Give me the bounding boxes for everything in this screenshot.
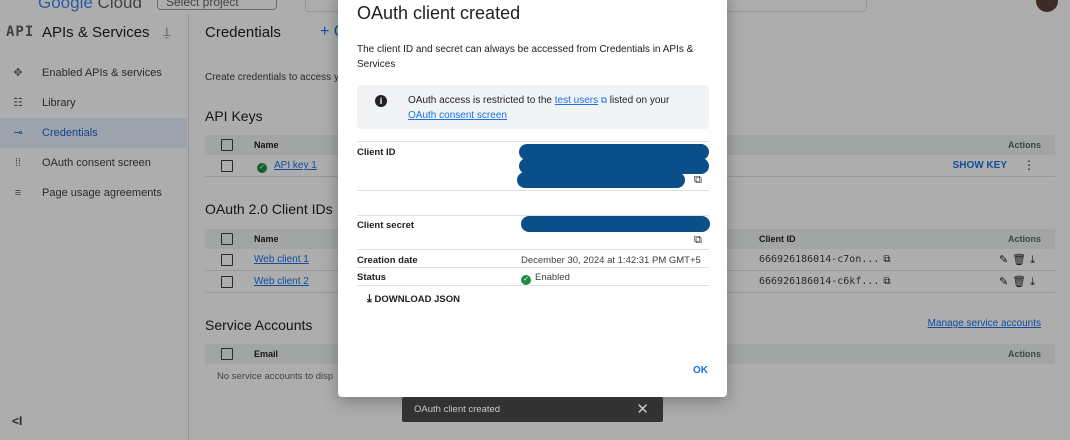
snackbar: OAuth client created ✕ <box>402 397 663 422</box>
download-icon: ⤓ <box>367 293 372 305</box>
external-link-icon: ⧉ <box>598 95 608 105</box>
check-circle-icon: ✓ <box>521 275 531 285</box>
close-icon[interactable]: ✕ <box>636 400 649 418</box>
info-text: OAuth access is restricted to the test u… <box>408 95 670 121</box>
client-id-redaction <box>517 172 685 188</box>
test-users-link[interactable]: test users <box>555 95 598 106</box>
dialog-title: OAuth client created <box>357 3 521 23</box>
creation-date-label: Creation date <box>357 255 418 266</box>
client-secret-label: Client secret <box>357 220 415 231</box>
download-json-button[interactable]: ⤓ DOWNLOAD JSON <box>367 293 460 306</box>
client-secret-redaction <box>521 216 710 232</box>
status-label: Status <box>357 272 387 283</box>
ok-button[interactable]: OK <box>693 365 708 376</box>
divider <box>357 190 709 191</box>
copy-client-secret-icon[interactable]: ⧉ <box>694 234 702 247</box>
divider <box>357 267 709 268</box>
info-banner: i OAuth access is restricted to the test… <box>357 85 709 129</box>
dialog-description: The client ID and secret can always be a… <box>357 44 694 70</box>
copy-client-id-icon[interactable]: ⧉ <box>694 174 702 187</box>
status-value: ✓ Enabled <box>521 272 570 285</box>
info-icon: i <box>375 95 387 107</box>
consent-screen-link[interactable]: OAuth consent screen <box>408 110 507 121</box>
divider <box>357 141 709 142</box>
creation-date-value: December 30, 2024 at 1:42:31 PM GMT+5 <box>521 255 701 266</box>
snackbar-text: OAuth client created <box>414 404 501 415</box>
divider <box>357 285 709 286</box>
client-id-label: Client ID <box>357 147 396 158</box>
oauth-created-dialog: OAuth client created The client ID and s… <box>338 0 727 397</box>
divider <box>357 249 709 250</box>
